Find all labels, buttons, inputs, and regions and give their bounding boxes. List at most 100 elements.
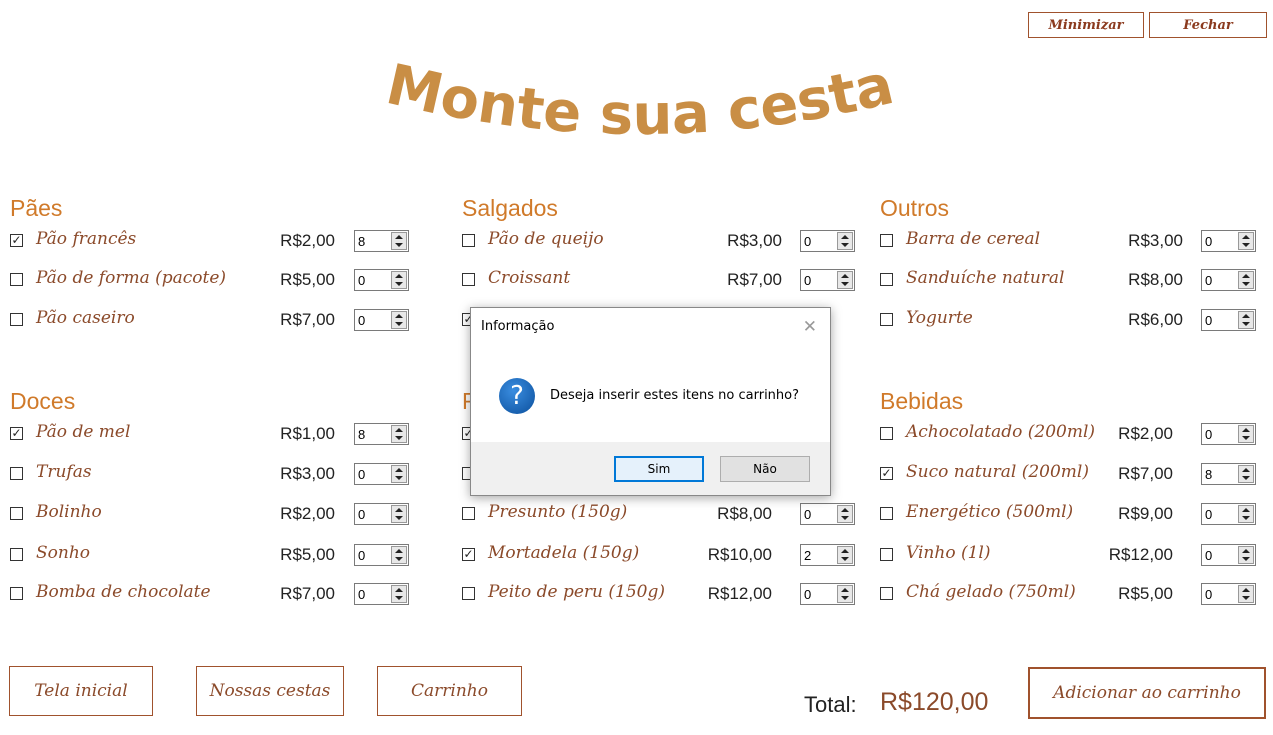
arrow-up-icon[interactable] [841, 508, 849, 512]
item-checkbox[interactable] [462, 587, 475, 600]
quantity-stepper[interactable]: 0 [354, 503, 409, 525]
stepper-arrows[interactable] [1238, 546, 1254, 564]
our-baskets-button[interactable]: Nossas cestas [196, 666, 344, 716]
arrow-up-icon[interactable] [1242, 235, 1250, 239]
item-checkbox[interactable] [10, 507, 23, 520]
arrow-up-icon[interactable] [1242, 588, 1250, 592]
quantity-stepper[interactable]: 8 [1201, 463, 1256, 485]
item-checkbox[interactable] [880, 313, 893, 326]
arrow-down-icon[interactable] [1242, 596, 1250, 600]
arrow-up-icon[interactable] [395, 549, 403, 553]
arrow-down-icon[interactable] [395, 596, 403, 600]
arrow-down-icon[interactable] [395, 476, 403, 480]
arrow-up-icon[interactable] [395, 468, 403, 472]
arrow-up-icon[interactable] [841, 235, 849, 239]
arrow-down-icon[interactable] [841, 557, 849, 561]
arrow-up-icon[interactable] [841, 549, 849, 553]
arrow-up-icon[interactable] [841, 274, 849, 278]
stepper-arrows[interactable] [391, 505, 407, 523]
stepper-arrows[interactable] [391, 425, 407, 443]
item-checkbox[interactable] [462, 234, 475, 247]
arrow-down-icon[interactable] [841, 516, 849, 520]
arrow-down-icon[interactable] [395, 557, 403, 561]
stepper-arrows[interactable] [1238, 425, 1254, 443]
item-checkbox[interactable] [880, 273, 893, 286]
item-checkbox[interactable]: ✓ [462, 548, 475, 561]
minimize-button[interactable]: Minimizar [1028, 12, 1144, 38]
quantity-stepper[interactable]: 0 [800, 230, 855, 252]
stepper-arrows[interactable] [837, 585, 853, 603]
item-checkbox[interactable] [10, 313, 23, 326]
arrow-up-icon[interactable] [1242, 549, 1250, 553]
arrow-up-icon[interactable] [1242, 468, 1250, 472]
item-checkbox[interactable] [880, 234, 893, 247]
stepper-arrows[interactable] [391, 271, 407, 289]
arrow-down-icon[interactable] [841, 596, 849, 600]
stepper-arrows[interactable] [1238, 585, 1254, 603]
item-checkbox[interactable] [880, 587, 893, 600]
arrow-down-icon[interactable] [395, 436, 403, 440]
quantity-stepper[interactable]: 0 [800, 269, 855, 291]
arrow-up-icon[interactable] [395, 314, 403, 318]
arrow-down-icon[interactable] [1242, 243, 1250, 247]
quantity-stepper[interactable]: 8 [354, 423, 409, 445]
dialog-close-icon[interactable]: ✕ [803, 317, 817, 337]
arrow-up-icon[interactable] [395, 235, 403, 239]
quantity-stepper[interactable]: 0 [1201, 583, 1256, 605]
quantity-stepper[interactable]: 0 [1201, 230, 1256, 252]
item-checkbox[interactable]: ✓ [880, 467, 893, 480]
quantity-stepper[interactable]: 0 [1201, 309, 1256, 331]
quantity-stepper[interactable]: 0 [354, 309, 409, 331]
arrow-down-icon[interactable] [1242, 282, 1250, 286]
stepper-arrows[interactable] [1238, 465, 1254, 483]
arrow-up-icon[interactable] [841, 588, 849, 592]
quantity-stepper[interactable]: 0 [800, 583, 855, 605]
quantity-stepper[interactable]: 0 [354, 544, 409, 566]
cart-button[interactable]: Carrinho [377, 666, 522, 716]
arrow-up-icon[interactable] [395, 508, 403, 512]
item-checkbox[interactable]: ✓ [10, 427, 23, 440]
arrow-down-icon[interactable] [1242, 557, 1250, 561]
item-checkbox[interactable] [462, 273, 475, 286]
stepper-arrows[interactable] [391, 232, 407, 250]
quantity-stepper[interactable]: 0 [354, 463, 409, 485]
arrow-up-icon[interactable] [395, 588, 403, 592]
arrow-down-icon[interactable] [395, 243, 403, 247]
dialog-no-button[interactable]: Não [720, 456, 810, 482]
stepper-arrows[interactable] [391, 465, 407, 483]
quantity-stepper[interactable]: 0 [354, 269, 409, 291]
quantity-stepper[interactable]: 0 [1201, 503, 1256, 525]
arrow-down-icon[interactable] [841, 243, 849, 247]
quantity-stepper[interactable]: 8 [354, 230, 409, 252]
stepper-arrows[interactable] [1238, 232, 1254, 250]
quantity-stepper[interactable]: 0 [1201, 269, 1256, 291]
arrow-down-icon[interactable] [395, 282, 403, 286]
quantity-stepper[interactable]: 0 [1201, 544, 1256, 566]
quantity-stepper[interactable]: 0 [800, 503, 855, 525]
stepper-arrows[interactable] [837, 505, 853, 523]
quantity-stepper[interactable]: 2 [800, 544, 855, 566]
item-checkbox[interactable] [462, 507, 475, 520]
item-checkbox[interactable] [10, 273, 23, 286]
stepper-arrows[interactable] [1238, 271, 1254, 289]
arrow-up-icon[interactable] [1242, 314, 1250, 318]
arrow-down-icon[interactable] [395, 322, 403, 326]
arrow-up-icon[interactable] [1242, 274, 1250, 278]
close-button[interactable]: Fechar [1149, 12, 1267, 38]
quantity-stepper[interactable]: 0 [354, 583, 409, 605]
arrow-up-icon[interactable] [395, 428, 403, 432]
arrow-down-icon[interactable] [841, 282, 849, 286]
item-checkbox[interactable] [10, 587, 23, 600]
stepper-arrows[interactable] [1238, 505, 1254, 523]
stepper-arrows[interactable] [391, 546, 407, 564]
item-checkbox[interactable]: ✓ [10, 234, 23, 247]
item-checkbox[interactable] [880, 548, 893, 561]
arrow-down-icon[interactable] [1242, 516, 1250, 520]
item-checkbox[interactable] [10, 467, 23, 480]
add-to-cart-button[interactable]: Adicionar ao carrinho [1028, 667, 1266, 719]
stepper-arrows[interactable] [837, 546, 853, 564]
dialog-yes-button[interactable]: Sim [614, 456, 704, 482]
item-checkbox[interactable] [880, 427, 893, 440]
stepper-arrows[interactable] [391, 311, 407, 329]
arrow-down-icon[interactable] [1242, 436, 1250, 440]
